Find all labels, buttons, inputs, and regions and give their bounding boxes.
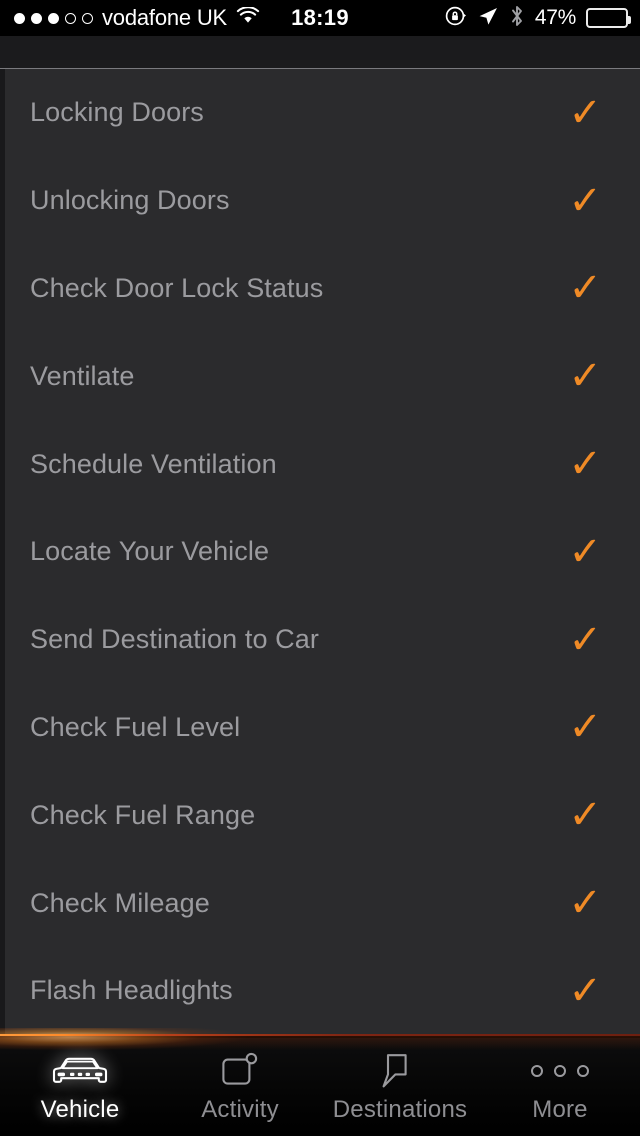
three-dots-icon — [531, 1051, 589, 1091]
signal-dot-filled — [31, 12, 42, 24]
status-bar: vodafone UK 18:19 47% — [0, 0, 640, 36]
list-item[interactable]: Send Destination to Car ✓ — [0, 596, 640, 684]
checkmark-icon: ✓ — [568, 89, 602, 136]
top-band — [0, 36, 640, 69]
car-front-icon — [48, 1051, 112, 1091]
tab-vehicle[interactable]: Vehicle — [0, 1038, 160, 1136]
wifi-icon — [236, 5, 260, 30]
checkmark-icon: ✓ — [568, 880, 602, 927]
activity-badge-icon — [220, 1051, 260, 1091]
checkmark-icon: ✓ — [568, 441, 602, 488]
tab-label-vehicle: Vehicle — [40, 1096, 120, 1123]
app-screen: vodafone UK 18:19 47% Locking Doors ✓ Un… — [0, 0, 640, 1136]
list-item[interactable]: Locking Doors ✓ — [0, 69, 640, 157]
battery-percent-label: 47% — [534, 6, 576, 29]
list-item[interactable]: Ventilate ✓ — [0, 332, 640, 420]
bluetooth-icon — [509, 4, 525, 33]
list-item-label: Check Fuel Level — [30, 711, 241, 742]
battery-icon — [586, 8, 631, 28]
list-item-label: Check Door Lock Status — [30, 272, 324, 303]
list-item[interactable]: Unlocking Doors ✓ — [0, 157, 640, 245]
list-item-label: Ventilate — [30, 360, 135, 391]
list-item[interactable]: Locate Your Vehicle ✓ — [0, 508, 640, 596]
signal-strength-dots — [14, 12, 93, 24]
list-item-label: Locking Doors — [30, 97, 204, 128]
signal-dot-filled — [48, 12, 59, 24]
tab-activity[interactable]: Activity — [160, 1038, 320, 1136]
checkmark-icon: ✓ — [568, 353, 602, 400]
checkmark-icon: ✓ — [568, 265, 602, 312]
signal-dot-empty — [82, 12, 93, 24]
checkmark-icon: ✓ — [568, 616, 602, 663]
tab-label-activity: Activity — [201, 1096, 279, 1123]
list-item-label: Flash Headlights — [30, 975, 233, 1006]
list-item[interactable]: Flash Headlights ✓ — [0, 947, 640, 1035]
tab-more[interactable]: More — [480, 1038, 640, 1136]
status-bar-left: vodafone UK — [0, 5, 260, 31]
list-item-label: Check Fuel Range — [30, 799, 256, 830]
carrier-label: vodafone UK — [102, 5, 227, 30]
left-edge-strip — [0, 69, 5, 1035]
list-item-label: Send Destination to Car — [30, 624, 319, 655]
checkmark-icon: ✓ — [568, 528, 602, 575]
list-item-label: Locate Your Vehicle — [30, 536, 270, 567]
list-item[interactable]: Check Fuel Level ✓ — [0, 684, 640, 772]
list-item[interactable]: Check Door Lock Status ✓ — [0, 245, 640, 333]
tab-destinations[interactable]: Destinations — [320, 1038, 480, 1136]
tab-bar: Vehicle Activity Destinations More — [0, 1038, 640, 1136]
tab-label-more: More — [532, 1096, 588, 1123]
location-arrow-icon — [477, 5, 499, 32]
checkmark-icon: ✓ — [568, 704, 602, 751]
list-item-label: Check Mileage — [30, 887, 210, 918]
list-item[interactable]: Schedule Ventilation ✓ — [0, 420, 640, 508]
checkmark-icon: ✓ — [568, 967, 602, 1014]
list-item[interactable]: Check Fuel Range ✓ — [0, 771, 640, 859]
signal-dot-filled — [14, 12, 25, 24]
speech-bubble-icon — [381, 1051, 419, 1091]
feature-list[interactable]: Locking Doors ✓ Unlocking Doors ✓ Check Door… — [0, 69, 640, 1035]
status-bar-right: 47% — [445, 0, 631, 36]
list-item-label: Unlocking Doors — [30, 185, 230, 216]
list-item[interactable]: Check Mileage ✓ — [0, 859, 640, 947]
rotation-lock-icon — [445, 5, 467, 32]
checkmark-icon: ✓ — [568, 792, 602, 839]
checkmark-icon: ✓ — [568, 177, 602, 224]
tab-label-destinations: Destinations — [332, 1096, 468, 1123]
signal-dot-empty — [65, 12, 76, 24]
list-item-label: Schedule Ventilation — [30, 448, 277, 479]
